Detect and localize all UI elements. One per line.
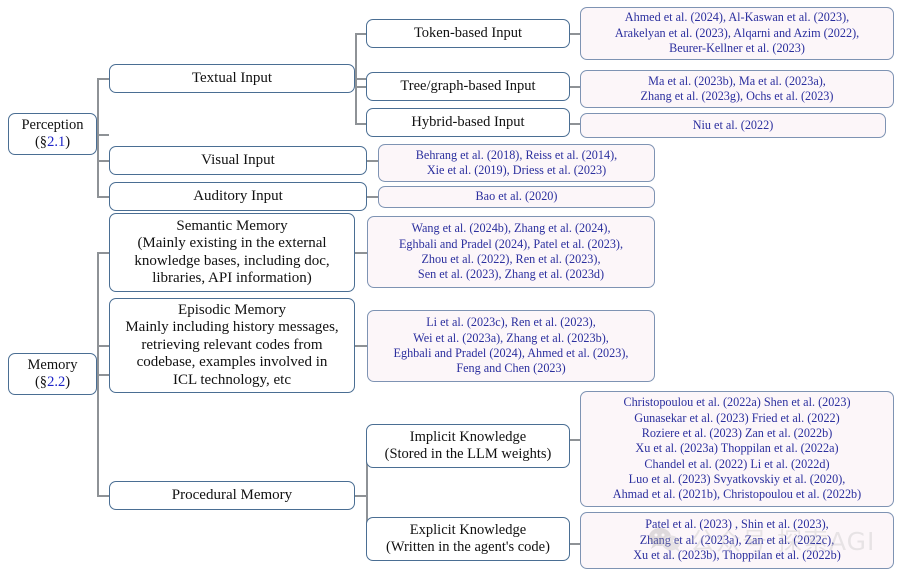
node-hybrid-based-input-label: Hybrid-based Input (411, 114, 525, 131)
citation-box-auditory-input[interactable]: Bao et al. (2020) (378, 186, 655, 208)
root-perception-section: (§2.1) (34, 134, 71, 150)
connector (355, 86, 366, 88)
root-node-perception[interactable]: Perception (§2.1) (8, 113, 97, 155)
connector (570, 439, 580, 441)
node-episodic-memory[interactable]: Episodic Memory Mainly including history … (109, 298, 355, 393)
node-tree-graph-based-input-label: Tree/graph-based Input (400, 78, 536, 95)
citation-visual-input-text: Behrang et al. (2018), Reiss et al. (201… (415, 147, 618, 177)
citation-hybrid-based-input-text: Niu et al. (2022) (692, 117, 774, 132)
connector (97, 196, 109, 198)
connector (97, 374, 109, 376)
connector (97, 78, 99, 196)
node-implicit-knowledge-label: Implicit Knowledge (Stored in the LLM wei… (384, 429, 552, 462)
connector (367, 196, 378, 198)
root-perception-text: Perception (§2.1) (9, 117, 96, 151)
connector (355, 252, 367, 254)
connector (570, 33, 580, 35)
root-memory-text: Memory (§2.2) (9, 357, 96, 391)
connector (355, 33, 357, 123)
citation-token-based-input-text: Ahmed et al. (2024), Al-Kaswan et al. (2… (614, 10, 860, 56)
node-visual-input[interactable]: Visual Input (109, 146, 367, 175)
node-episodic-memory-label: Episodic Memory Mainly including history … (125, 302, 339, 388)
connector (97, 78, 109, 80)
citation-box-visual-input[interactable]: Behrang et al. (2018), Reiss et al. (201… (378, 144, 655, 182)
citation-tree-graph-based-input-text: Ma et al. (2023b), Ma et al. (2023a), Zha… (640, 73, 834, 103)
connector (367, 160, 378, 162)
root-memory-section: (§2.2) (34, 374, 71, 390)
node-semantic-memory-label: Semantic Memory (Mainly existing in the e… (134, 217, 330, 286)
root-perception-label: Perception (21, 117, 84, 134)
node-auditory-input-label: Auditory Input (193, 187, 283, 204)
node-token-based-input[interactable]: Token-based Input (366, 19, 570, 48)
taxonomy-diagram: Perception (§2.1) Memory (§2.2) Textual … (0, 0, 902, 574)
connector (570, 543, 580, 545)
node-explicit-knowledge[interactable]: Explicit Knowledge (Written in the agent'… (366, 517, 570, 561)
connector (570, 123, 580, 125)
connector (97, 495, 109, 497)
citation-episodic-memory-text: Li et al. (2023c), Ren et al. (2023), Wei… (393, 315, 629, 376)
node-visual-input-label: Visual Input (201, 151, 275, 168)
connector (97, 345, 109, 347)
citation-box-semantic-memory[interactable]: Wang et al. (2024b), Zhang et al. (2024)… (367, 216, 655, 288)
node-auditory-input[interactable]: Auditory Input (109, 182, 367, 211)
connector (97, 134, 109, 136)
node-textual-input-label: Textual Input (191, 69, 273, 86)
connector (355, 123, 366, 125)
connector (355, 33, 366, 35)
connector (570, 86, 580, 88)
node-token-based-input-label: Token-based Input (413, 25, 523, 42)
citation-box-hybrid-based-input[interactable]: Niu et al. (2022) (580, 113, 886, 138)
connector (97, 252, 109, 254)
root-memory-label: Memory (27, 357, 78, 374)
citation-explicit-knowledge-text: Patel et al. (2023) , Shin et al. (2023)… (633, 517, 841, 563)
node-tree-graph-based-input[interactable]: Tree/graph-based Input (366, 72, 570, 101)
citation-semantic-memory-text: Wang et al. (2024b), Zhang et al. (2024)… (398, 221, 624, 282)
citation-auditory-input-text: Bao et al. (2020) (475, 189, 558, 204)
node-explicit-knowledge-label: Explicit Knowledge (Written in the agent'… (386, 522, 550, 555)
citation-box-episodic-memory[interactable]: Li et al. (2023c), Ren et al. (2023), Wei… (367, 310, 655, 382)
citation-box-tree-graph-based-input[interactable]: Ma et al. (2023b), Ma et al. (2023a), Zha… (580, 70, 894, 108)
citation-implicit-knowledge-text: Christopoulou et al. (2022a) Shen et al.… (612, 395, 862, 502)
node-implicit-knowledge[interactable]: Implicit Knowledge (Stored in the LLM wei… (366, 424, 570, 468)
node-textual-input[interactable]: Textual Input (109, 64, 355, 93)
connector (355, 345, 367, 347)
connector (97, 252, 99, 495)
node-hybrid-based-input[interactable]: Hybrid-based Input (366, 108, 570, 137)
connector (355, 78, 366, 80)
citation-box-explicit-knowledge[interactable]: Patel et al. (2023) , Shin et al. (2023)… (580, 512, 894, 569)
root-node-memory[interactable]: Memory (§2.2) (8, 353, 97, 395)
node-procedural-memory[interactable]: Procedural Memory (109, 481, 355, 510)
node-procedural-memory-label: Procedural Memory (171, 486, 293, 503)
connector (355, 495, 366, 497)
citation-box-token-based-input[interactable]: Ahmed et al. (2024), Al-Kaswan et al. (2… (580, 7, 894, 60)
connector (97, 160, 109, 162)
citation-box-implicit-knowledge[interactable]: Christopoulou et al. (2022a) Shen et al.… (580, 391, 894, 507)
node-semantic-memory[interactable]: Semantic Memory (Mainly existing in the e… (109, 213, 355, 292)
